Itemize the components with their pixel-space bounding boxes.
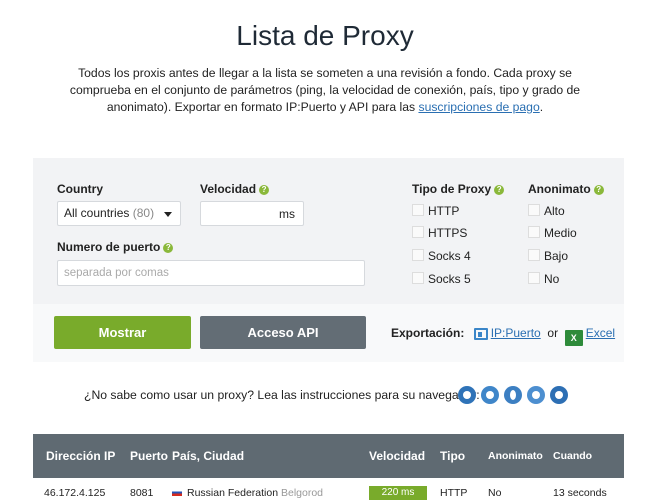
anonymity-label-wrap: Anonimato? [528, 182, 604, 196]
anon-no-label: No [544, 272, 560, 286]
type-http-label: HTTP [428, 204, 460, 218]
port-label-wrap: Numero de puerto? [57, 240, 174, 254]
chevron-down-icon [164, 212, 172, 217]
anon-checkbox-bajo[interactable]: Bajo [528, 249, 568, 263]
help-icon[interactable]: ? [494, 185, 505, 195]
col-port[interactable]: Puerto [130, 449, 168, 463]
checkbox-box[interactable] [528, 272, 540, 284]
type-socks4-label: Socks 4 [428, 249, 471, 263]
col-type[interactable]: Tipo [440, 449, 465, 463]
table-row: 46.172.4.125 8081 Russian Federation Bel… [33, 478, 624, 500]
opera-icon[interactable] [504, 386, 522, 404]
ip-port-icon[interactable] [473, 328, 488, 340]
export-excel-link[interactable]: Excel [586, 326, 615, 340]
help-icon[interactable]: ? [593, 185, 604, 195]
type-checkbox-socks5[interactable]: Socks 5 [412, 272, 471, 286]
ie-icon[interactable] [550, 386, 568, 404]
speed-bar: 220 ms [369, 486, 427, 500]
export-group: Exportación: IP:Puerto or X Excel [391, 326, 615, 346]
port-input[interactable]: separada por comas [57, 260, 365, 286]
country-select[interactable]: All countries (80) [57, 201, 181, 226]
type-checkbox-https[interactable]: HTTPS [412, 226, 467, 240]
col-anonymity[interactable]: Anonimato [488, 450, 543, 462]
excel-icon[interactable]: X [564, 330, 583, 346]
checkbox-box[interactable] [528, 249, 540, 261]
anon-medio-label: Medio [544, 226, 577, 240]
firefox-icon[interactable] [481, 386, 499, 404]
type-checkbox-http[interactable]: HTTP [412, 204, 459, 218]
cell-city: Belgorod [280, 487, 324, 499]
country-count: (80) [132, 206, 155, 220]
export-or: or [547, 326, 559, 340]
checkbox-box[interactable] [412, 249, 424, 261]
chrome-icon[interactable] [458, 386, 476, 404]
anon-checkbox-medio[interactable]: Medio [528, 226, 577, 240]
checkbox-box[interactable] [412, 226, 424, 238]
type-socks5-label: Socks 5 [428, 272, 471, 286]
country-label: Country [57, 182, 103, 196]
col-ip[interactable]: Dirección IP [46, 449, 115, 463]
anon-checkbox-alto[interactable]: Alto [528, 204, 565, 218]
safari-icon[interactable] [527, 386, 545, 404]
help-icon[interactable]: ? [259, 185, 270, 195]
col-speed[interactable]: Velocidad [369, 449, 425, 463]
speed-unit: ms [279, 207, 295, 221]
country-select-value: All countries [64, 206, 130, 220]
api-access-button[interactable]: Acceso API [200, 316, 366, 349]
anon-alto-label: Alto [544, 204, 565, 218]
cell-anonymity: No [488, 487, 502, 499]
cell-port: 8081 [130, 487, 154, 499]
cell-type: HTTP [440, 487, 468, 499]
checkbox-box[interactable] [528, 204, 540, 216]
proxy-type-label: Tipo de Proxy [412, 182, 492, 196]
intro-end: . [539, 100, 544, 114]
type-https-label: HTTPS [428, 226, 468, 240]
port-label: Numero de puerto [57, 240, 161, 254]
page-title: Lista de Proxy [236, 20, 414, 51]
cell-country-name: Russian Federation [187, 487, 279, 499]
export-ip-port-link[interactable]: IP:Puerto [491, 326, 541, 340]
proxy-table-header: Dirección IP Puerto País, Ciudad Velocid… [33, 434, 624, 478]
cell-country: Russian Federation Belgorod [172, 487, 323, 499]
speed-label-wrap: Velocidad? [200, 182, 270, 196]
cell-when: 13 seconds [553, 487, 607, 499]
show-button[interactable]: Mostrar [54, 316, 191, 349]
speed-input[interactable]: ms [200, 201, 304, 226]
anonymity-label: Anonimato [528, 182, 591, 196]
cell-ip: 46.172.4.125 [44, 487, 106, 499]
paid-subscriptions-link[interactable]: suscripciones de pago [418, 100, 539, 114]
anon-bajo-label: Bajo [544, 249, 569, 263]
type-checkbox-socks4[interactable]: Socks 4 [412, 249, 471, 263]
intro-paragraph: Todos los proxis antes de llegar a la li… [60, 65, 590, 116]
browser-icons [458, 386, 573, 404]
checkbox-box[interactable] [412, 272, 424, 284]
help-icon[interactable]: ? [163, 243, 174, 253]
proxy-type-label-wrap: Tipo de Proxy? [412, 182, 505, 196]
col-when[interactable]: Cuando [553, 450, 592, 462]
anon-checkbox-no[interactable]: No [528, 272, 559, 286]
export-label: Exportación: [391, 326, 465, 340]
col-country[interactable]: País, Ciudad [172, 449, 244, 463]
speed-label: Velocidad [200, 182, 257, 196]
checkbox-box[interactable] [412, 204, 424, 216]
checkbox-box[interactable] [528, 226, 540, 238]
